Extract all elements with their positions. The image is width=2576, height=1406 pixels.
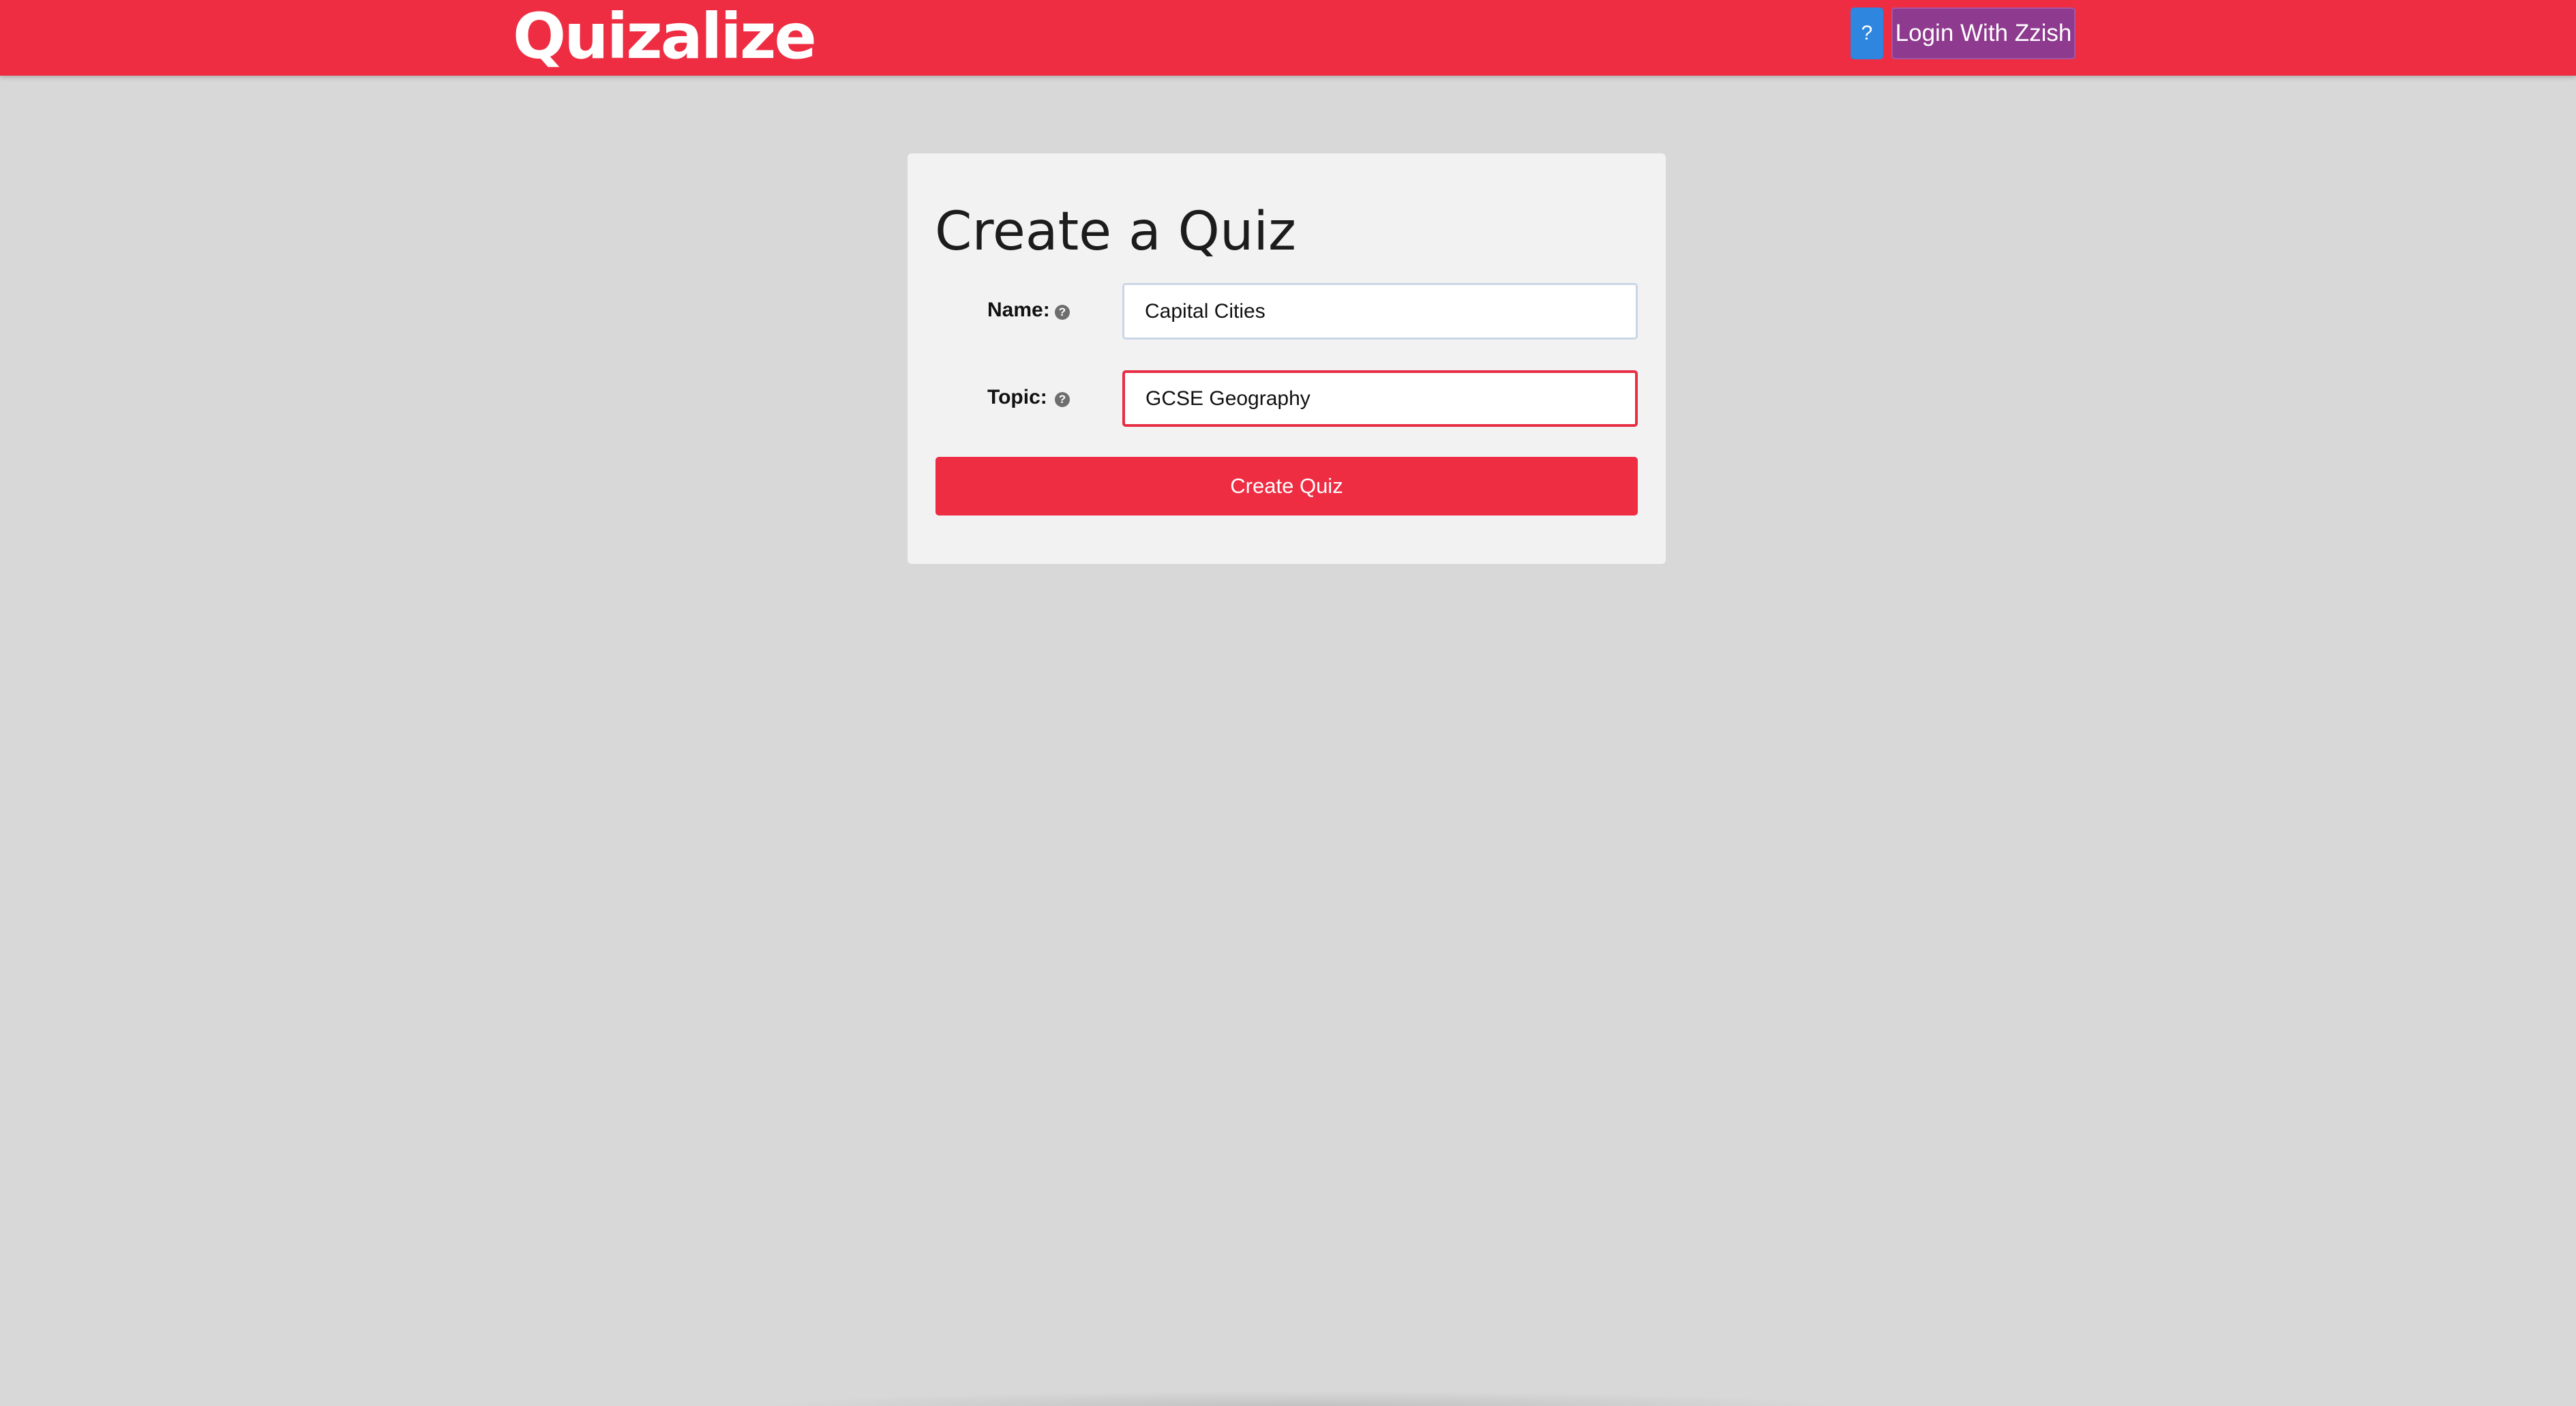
login-with-zzish-button[interactable]: Login With Zzish	[1891, 8, 2076, 59]
quizalize-logo[interactable]: Quizalize	[513, 3, 817, 71]
bottom-shadow	[757, 1391, 1848, 1406]
name-label: Name:	[987, 299, 1050, 321]
topic-input[interactable]	[1122, 370, 1638, 427]
top-navigation-bar: Quizalize ? Login With Zzish	[0, 0, 2576, 76]
create-quiz-card: Create a Quiz Name: ? Topic: ? Create Qu…	[908, 153, 1666, 564]
create-quiz-button[interactable]: Create Quiz	[935, 457, 1638, 515]
topic-label: Topic:	[987, 386, 1047, 408]
name-input[interactable]	[1122, 283, 1638, 340]
page-title: Create a Quiz	[935, 201, 1297, 263]
topic-help-icon[interactable]: ?	[1055, 392, 1070, 407]
name-help-icon[interactable]: ?	[1055, 305, 1070, 320]
help-button[interactable]: ?	[1851, 8, 1883, 59]
